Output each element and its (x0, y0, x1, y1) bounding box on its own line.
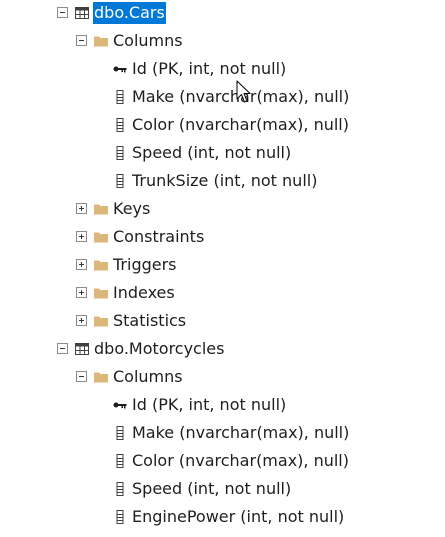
tree-node-columns-folder[interactable]: Columns (0, 28, 445, 56)
expand-icon[interactable] (76, 287, 87, 298)
tree-node-column[interactable]: Id (PK, int, not null) (0, 56, 445, 84)
column-label[interactable]: Color (nvarchar(max), null) (131, 114, 350, 136)
tree-node-statistics-folder[interactable]: Statistics (0, 308, 445, 336)
tree-node-column[interactable]: Make (nvarchar(max), null) (0, 420, 445, 448)
column-icon (112, 481, 128, 497)
tree-node-column[interactable]: Speed (int, not null) (0, 476, 445, 504)
folder-icon (93, 229, 109, 245)
tree-node-constraints-folder[interactable]: Constraints (0, 224, 445, 252)
key-icon (112, 61, 128, 77)
folder-icon (93, 201, 109, 217)
column-icon (112, 425, 128, 441)
folder-label[interactable]: Columns (112, 366, 184, 388)
column-icon (112, 89, 128, 105)
tree-node-column[interactable]: Speed (int, not null) (0, 140, 445, 168)
folder-label[interactable]: Keys (112, 198, 151, 220)
folder-icon (93, 369, 109, 385)
column-label[interactable]: TrunkSize (int, not null) (131, 170, 318, 192)
expand-icon[interactable] (76, 259, 87, 270)
table-name-label[interactable]: dbo.Motorcycles (93, 338, 225, 360)
folder-label[interactable]: Triggers (112, 254, 178, 276)
folder-icon (93, 313, 109, 329)
column-label[interactable]: EnginePower (int, not null) (131, 506, 345, 528)
tree-node-keys-folder[interactable]: Keys (0, 196, 445, 224)
tree-node-column[interactable]: EnginePower (int, not null) (0, 504, 445, 532)
collapse-icon[interactable] (57, 343, 68, 354)
column-icon (112, 145, 128, 161)
tree-node-column[interactable]: Make (nvarchar(max), null) (0, 84, 445, 112)
table-icon (74, 5, 90, 21)
folder-label[interactable]: Constraints (112, 226, 205, 248)
folder-icon (93, 257, 109, 273)
collapse-icon[interactable] (76, 35, 87, 46)
column-label[interactable]: Speed (int, not null) (131, 478, 292, 500)
collapse-icon[interactable] (57, 7, 68, 18)
mouse-cursor-icon (236, 80, 251, 103)
column-label[interactable]: Id (PK, int, not null) (131, 394, 287, 416)
folder-label[interactable]: Indexes (112, 282, 176, 304)
tree-node-column[interactable]: Color (nvarchar(max), null) (0, 448, 445, 476)
column-icon (112, 173, 128, 189)
expand-icon[interactable] (76, 315, 87, 326)
folder-icon (93, 33, 109, 49)
expand-icon[interactable] (76, 203, 87, 214)
column-label[interactable]: Color (nvarchar(max), null) (131, 450, 350, 472)
column-icon (112, 509, 128, 525)
table-icon (74, 341, 90, 357)
tree-node-column[interactable]: Color (nvarchar(max), null) (0, 112, 445, 140)
column-icon (112, 453, 128, 469)
column-icon (112, 117, 128, 133)
folder-label[interactable]: Statistics (112, 310, 187, 332)
tree-node-column[interactable]: TrunkSize (int, not null) (0, 168, 445, 196)
column-label[interactable]: Id (PK, int, not null) (131, 58, 287, 80)
column-label[interactable]: Make (nvarchar(max), null) (131, 422, 350, 444)
tree-node-indexes-folder[interactable]: Indexes (0, 280, 445, 308)
expand-icon[interactable] (76, 231, 87, 242)
column-label[interactable]: Speed (int, not null) (131, 142, 292, 164)
folder-icon (93, 285, 109, 301)
collapse-icon[interactable] (76, 371, 87, 382)
table-name-label[interactable]: dbo.Cars (93, 2, 166, 24)
tree-node-triggers-folder[interactable]: Triggers (0, 252, 445, 280)
folder-label[interactable]: Columns (112, 30, 184, 52)
object-explorer-tree: dbo.Cars Columns Id (PK, int, not null) (0, 0, 445, 537)
tree-node-table-cars[interactable]: dbo.Cars (0, 0, 445, 28)
key-icon (112, 397, 128, 413)
tree-node-columns-folder[interactable]: Columns (0, 364, 445, 392)
tree-node-column[interactable]: Id (PK, int, not null) (0, 392, 445, 420)
tree-node-table-motorcycles[interactable]: dbo.Motorcycles (0, 336, 445, 364)
